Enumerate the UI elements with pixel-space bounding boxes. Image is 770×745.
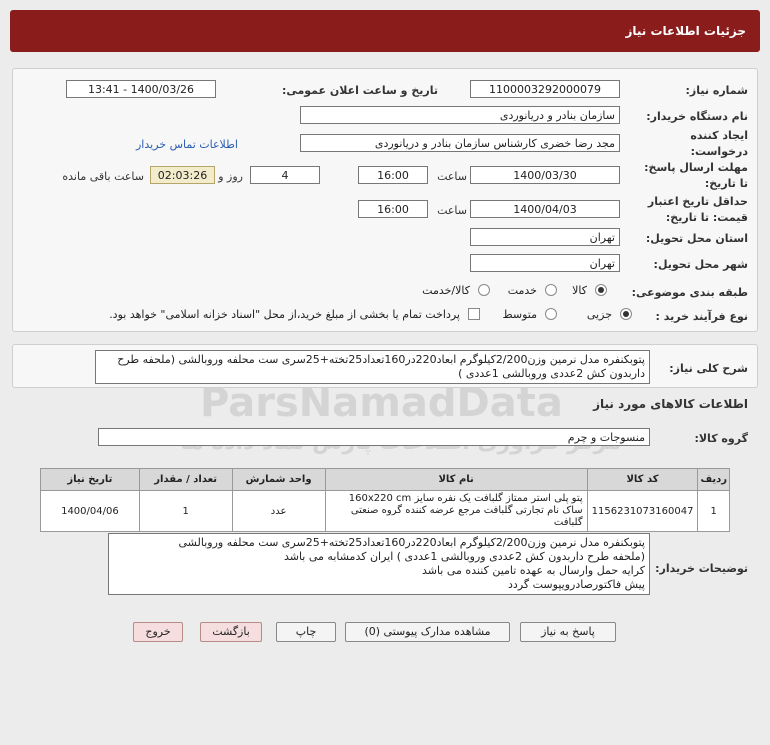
category-option-service: خدمت <box>507 284 537 297</box>
validity-time-field: 16:00 <box>358 200 428 218</box>
remaining-timer: 02:03:26 <box>150 166 215 184</box>
cell-row: 1 <box>697 490 730 532</box>
treasury-payment-text: پرداخت تمام یا بخشی از مبلغ خرید،از محل … <box>109 308 460 321</box>
col-name: نام کالا <box>324 468 588 491</box>
announce-field: 1400/03/26 - 13:41 <box>66 80 216 98</box>
buyer-notes-box: پتوبکنفره مدل نرمین وزن2/200کیلوگرم ابعا… <box>108 533 650 595</box>
province-field: تهران <box>470 228 620 246</box>
need-number-field: 1100003292000079 <box>470 80 620 98</box>
validity-date-field: 1400/04/03 <box>470 200 620 218</box>
buyer-org-label: نام دستگاه خریدار: <box>646 110 748 123</box>
process-option-minor: جزیی <box>586 308 612 321</box>
col-date: تاریخ نیاز <box>40 468 140 491</box>
process-label: نوع فرآیند خرید : <box>655 310 748 323</box>
deadline-time-label: ساعت <box>437 170 467 183</box>
creator-field: مجد رضا خضری کارشناس سازمان بنادر و دریا… <box>300 134 620 152</box>
process-option-medium: متوسط <box>502 308 537 321</box>
summary-label: شرح کلی نیاز: <box>669 362 748 375</box>
summary-text: پتوبکنفره مدل نرمین وزن2/200کیلوگرم ابعا… <box>95 350 650 384</box>
cell-date: 1400/04/06 <box>40 490 140 532</box>
treasury-checkbox[interactable] <box>468 308 480 320</box>
buyer-notes-line-1: پتوبکنفره مدل نرمین وزن2/200کیلوگرم ابعا… <box>178 536 645 549</box>
buyer-org-field: سازمان بنادر و دریانوردی <box>300 106 620 124</box>
need-number-label: شماره نیاز: <box>685 84 748 97</box>
buyer-contact-link[interactable]: اطلاعات تماس خریدار <box>136 138 238 151</box>
items-table: ردیف کد کالا نام کالا واحد شمارش تعداد /… <box>40 468 730 532</box>
col-code: کد کالا <box>586 468 699 491</box>
deadline-label: مهلت ارسال پاسخ: تا تاریخ: <box>644 161 748 190</box>
category-option-goods: کالا <box>572 284 587 297</box>
category-radio-goods-service[interactable] <box>478 284 490 296</box>
category-radio-service[interactable] <box>545 284 557 296</box>
province-label: استان محل تحویل: <box>645 232 748 245</box>
cell-code: 1156231073160047 <box>586 490 699 532</box>
page-title: جزئیات اطلاعات نیاز <box>625 24 746 38</box>
process-radio-minor[interactable] <box>620 308 632 320</box>
city-label: شهر محل تحویل: <box>653 258 748 271</box>
announce-label: تاریخ و ساعت اعلان عمومی: <box>281 84 438 97</box>
buyer-notes-line-3: کرایه حمل وارسال به عهده تامین کننده می … <box>421 564 645 577</box>
validity-label: حداقل تاریخ اعتبار قیمت: تا تاریخ: <box>647 195 748 224</box>
attachments-button[interactable]: مشاهده مدارک پیوستی (0) <box>345 622 510 642</box>
cell-qty: 1 <box>138 490 233 532</box>
goods-group-label: گروه کالا: <box>694 432 748 445</box>
exit-button[interactable]: خروج <box>133 622 183 642</box>
buyer-notes-label: توضیحات خریدار: <box>655 562 748 575</box>
category-option-goods-service: کالا/خدمت <box>422 284 470 297</box>
col-unit: واحد شمارش <box>231 468 326 491</box>
table-row[interactable]: 1 1156231073160047 پتو پلی استر ممتاز گل… <box>40 490 730 532</box>
table-header-row: ردیف کد کالا نام کالا واحد شمارش تعداد /… <box>40 468 730 491</box>
days-label: روز و <box>218 170 243 183</box>
back-button[interactable]: بازگشت <box>200 622 262 642</box>
category-label: طبقه بندی موضوعی: <box>631 286 748 299</box>
buyer-notes-line-2: (ملحفه طرح داربدون کش 2عددی وروبالشی 1عد… <box>283 550 645 563</box>
print-button[interactable]: چاپ <box>276 622 336 642</box>
page-header: جزئیات اطلاعات نیاز <box>10 10 760 52</box>
creator-label: ایجاد کننده درخواست: <box>690 129 748 158</box>
deadline-date-field: 1400/03/30 <box>470 166 620 184</box>
cell-name: پتو پلی استر ممتاز گلبافت یک نفره سایز 1… <box>324 490 588 532</box>
city-field: تهران <box>470 254 620 272</box>
col-qty: تعداد / مقدار <box>138 468 233 491</box>
reply-button[interactable]: پاسخ به نیاز <box>520 622 616 642</box>
items-section-title: اطلاعات کالاهای مورد نیاز <box>593 397 748 411</box>
cell-unit: عدد <box>231 490 326 532</box>
deadline-time-field: 16:00 <box>358 166 428 184</box>
remaining-label: ساعت باقی مانده <box>62 170 144 183</box>
buyer-notes-line-4: پیش فاکتورصادرویپوست گردد <box>508 578 645 591</box>
category-radio-goods[interactable] <box>595 284 607 296</box>
days-field: 4 <box>250 166 320 184</box>
goods-group-field: منسوجات و چرم <box>98 428 650 446</box>
col-row: ردیف <box>697 468 730 491</box>
validity-time-label: ساعت <box>437 204 467 217</box>
process-radio-medium[interactable] <box>545 308 557 320</box>
